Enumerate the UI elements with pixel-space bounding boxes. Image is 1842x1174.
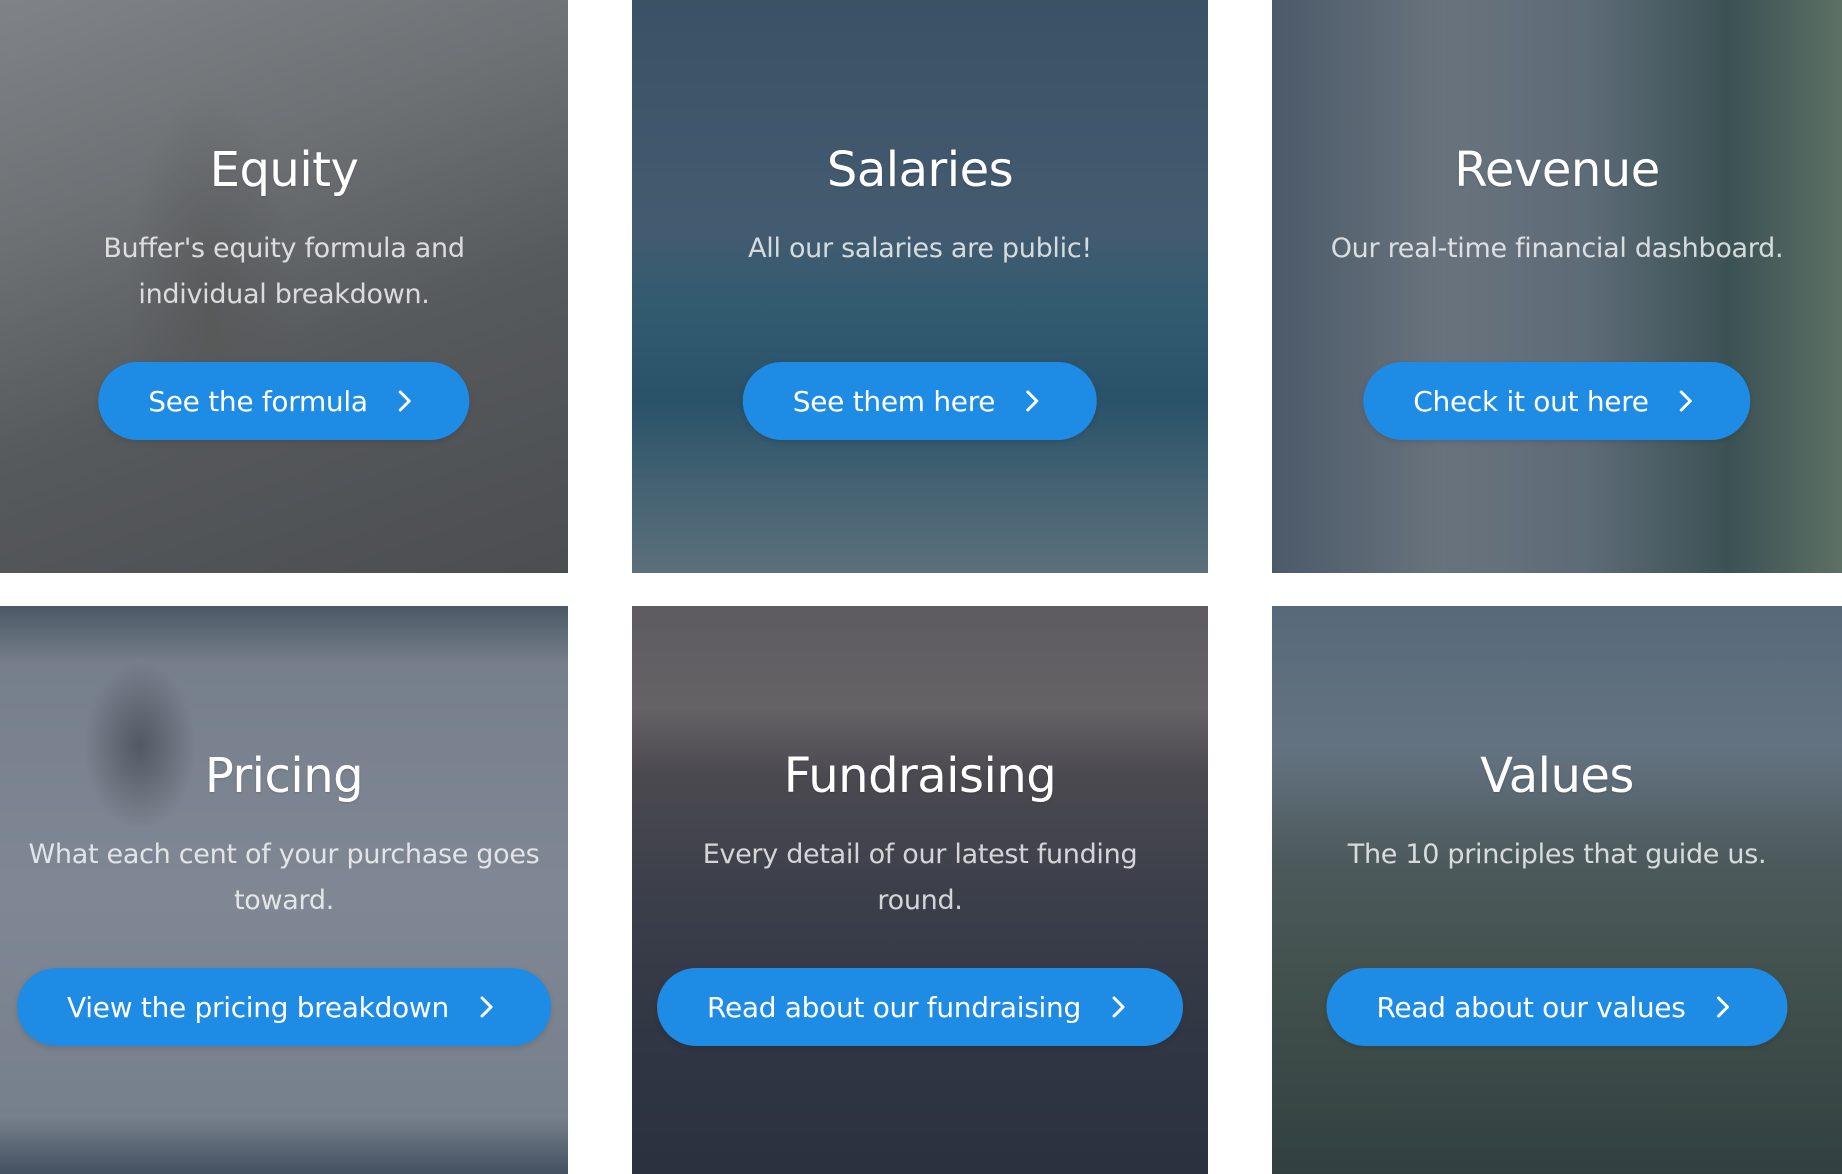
card-content: Fundraising Every detail of our latest f… xyxy=(632,742,1208,924)
chevron-right-icon xyxy=(1708,992,1738,1022)
view-pricing-breakdown-button[interactable]: View the pricing breakdown xyxy=(17,968,551,1046)
card-description: The 10 principles that guide us. xyxy=(1347,839,1767,870)
card-title: Equity xyxy=(209,142,359,198)
check-it-out-button[interactable]: Check it out here xyxy=(1363,362,1751,440)
read-values-button[interactable]: Read about our values xyxy=(1326,968,1788,1046)
card-overlay xyxy=(632,0,1208,573)
card-title: Values xyxy=(1480,748,1634,804)
chevron-right-icon xyxy=(390,386,420,416)
card-title: Salaries xyxy=(826,142,1014,198)
card-content: Equity Buffer's equity formula and indiv… xyxy=(0,136,568,318)
button-label: Read about our fundraising xyxy=(707,990,1081,1024)
card-description: All our salaries are public! xyxy=(748,233,1092,264)
card-description: What each cent of your purchase goes tow… xyxy=(28,839,540,916)
button-label: See the formula xyxy=(148,384,368,418)
card-revenue: Revenue Our real-time financial dashboar… xyxy=(1272,0,1842,573)
card-description: Our real-time financial dashboard. xyxy=(1330,233,1784,264)
card-title: Revenue xyxy=(1454,142,1660,198)
card-title: Pricing xyxy=(204,748,364,804)
see-them-here-button[interactable]: See them here xyxy=(742,362,1098,440)
card-description: Every detail of our latest funding round… xyxy=(702,839,1138,916)
card-values: Values The 10 principles that guide us. … xyxy=(1272,606,1842,1174)
button-label: Read about our values xyxy=(1376,990,1686,1024)
card-fundraising: Fundraising Every detail of our latest f… xyxy=(632,606,1208,1174)
card-overlay xyxy=(1272,606,1842,1174)
card-salaries: Salaries All our salaries are public! Se… xyxy=(632,0,1208,573)
read-fundraising-button[interactable]: Read about our fundraising xyxy=(657,968,1183,1046)
card-title: Fundraising xyxy=(783,748,1057,804)
card-content: Salaries All our salaries are public! xyxy=(632,136,1208,272)
card-overlay xyxy=(1272,0,1842,573)
chevron-right-icon xyxy=(1017,386,1047,416)
card-content: Revenue Our real-time financial dashboar… xyxy=(1272,136,1842,272)
card-content: Values The 10 principles that guide us. xyxy=(1272,742,1842,878)
button-label: See them here xyxy=(792,384,996,418)
see-formula-button[interactable]: See the formula xyxy=(98,362,470,440)
chevron-right-icon xyxy=(471,992,501,1022)
chevron-right-icon xyxy=(1671,386,1701,416)
button-label: View the pricing breakdown xyxy=(67,990,449,1024)
card-content: Pricing What each cent of your purchase … xyxy=(0,742,568,924)
card-equity: Equity Buffer's equity formula and indiv… xyxy=(0,0,568,573)
card-pricing: Pricing What each cent of your purchase … xyxy=(0,606,568,1174)
chevron-right-icon xyxy=(1103,992,1133,1022)
card-description: Buffer's equity formula and individual b… xyxy=(103,233,465,310)
button-label: Check it out here xyxy=(1413,384,1649,418)
